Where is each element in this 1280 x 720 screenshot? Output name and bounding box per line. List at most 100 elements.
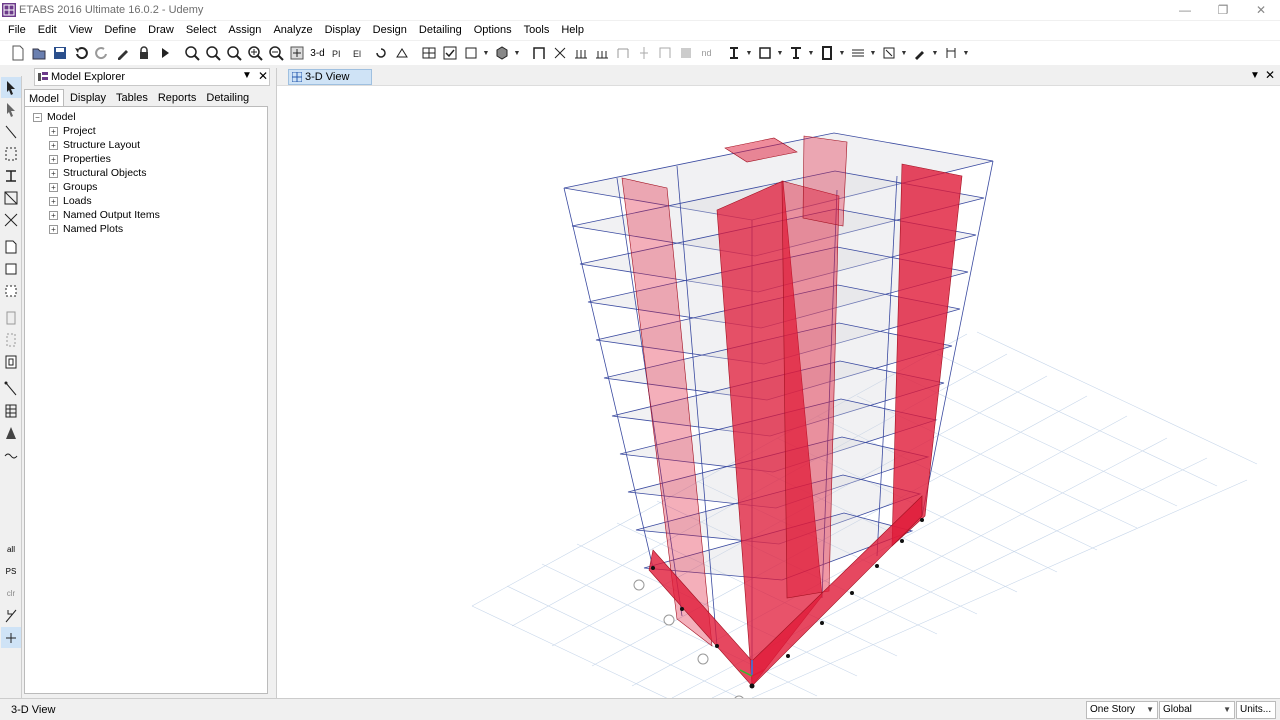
story-selector[interactable]: One Story ▼ (1086, 701, 1158, 719)
chevron-down-icon[interactable]: ▼ (838, 44, 846, 63)
tree-item-loads[interactable]: + Loads (25, 194, 267, 208)
expand-icon[interactable]: + (49, 126, 58, 136)
draw-floor-icon[interactable] (676, 44, 695, 63)
select-all-button[interactable]: all (1, 539, 21, 560)
chevron-down-icon[interactable]: ▼ (776, 44, 784, 63)
coordinate-system-selector[interactable]: Global ▼ (1159, 701, 1235, 719)
tab-detailing[interactable]: Detailing (202, 89, 253, 107)
close-icon[interactable]: ✕ (258, 69, 268, 83)
expand-icon[interactable]: + (49, 140, 58, 150)
chevron-down-icon[interactable]: ▼ (931, 44, 939, 63)
tab-model[interactable]: Model (24, 88, 64, 108)
menu-file[interactable]: File (2, 21, 32, 40)
minimize-button[interactable]: — (1166, 0, 1204, 20)
menu-select[interactable]: Select (180, 21, 223, 40)
draw-brace-icon[interactable] (550, 44, 569, 63)
expand-icon[interactable]: + (49, 210, 58, 220)
previous-selection-button[interactable]: PS (1, 561, 21, 582)
tree-item-model[interactable]: − Model (25, 110, 267, 124)
support-icon[interactable] (786, 44, 805, 63)
i-section-icon[interactable] (724, 44, 743, 63)
rotate-icon[interactable] (371, 44, 390, 63)
object-shrink-icon[interactable] (492, 44, 511, 63)
draw-brace-tool-icon[interactable] (1, 187, 21, 208)
close-window-button[interactable]: ✕ (1242, 0, 1280, 20)
lock-icon[interactable] (134, 44, 153, 63)
tree-item-properties[interactable]: + Properties (25, 152, 267, 166)
menu-options[interactable]: Options (468, 21, 518, 40)
tab-reports[interactable]: Reports (154, 89, 201, 107)
menu-define[interactable]: Define (98, 21, 142, 40)
draw-line-icon[interactable] (1, 121, 21, 142)
draw-beam-tool-icon[interactable] (1, 165, 21, 186)
menu-assign[interactable]: Assign (222, 21, 267, 40)
explorer-dropdown-icon[interactable]: ▼ (242, 70, 252, 81)
zoom-restore-icon[interactable] (203, 44, 222, 63)
clear-selection-button[interactable]: clr (1, 583, 21, 604)
undo-icon[interactable] (71, 44, 90, 63)
tree-item-groups[interactable]: + Groups (25, 180, 267, 194)
snap-icon[interactable] (1, 605, 21, 626)
tree-item-project[interactable]: + Project (25, 124, 267, 138)
redo-icon[interactable] (92, 44, 111, 63)
cross-brace-icon[interactable] (1, 209, 21, 230)
chevron-down-icon[interactable]: ▼ (745, 44, 753, 63)
draw-opening-icon[interactable] (1, 329, 21, 350)
draw-column-icon[interactable] (1, 143, 21, 164)
zoom-full-icon[interactable] (224, 44, 243, 63)
plan-view-icon[interactable]: PI (329, 44, 348, 63)
draw-tendon-icon[interactable] (1, 422, 21, 443)
menu-detailing[interactable]: Detailing (413, 21, 468, 40)
tab-tables[interactable]: Tables (112, 89, 152, 107)
expand-icon[interactable]: + (49, 224, 58, 234)
draw-grid-icon[interactable] (1, 400, 21, 421)
tree-item-structural-objects[interactable]: + Structural Objects (25, 166, 267, 180)
tab-3d-view[interactable]: 3-D View (288, 68, 372, 85)
draw-joist-icon[interactable] (613, 44, 632, 63)
zoom-window-icon[interactable] (182, 44, 201, 63)
chevron-down-icon[interactable]: ▼ (869, 44, 877, 63)
tree-item-named-output-items[interactable]: + Named Output Items (25, 208, 267, 222)
paint-brush-icon[interactable] (910, 44, 929, 63)
draw-link-tool-icon[interactable] (1, 378, 21, 399)
close-icon[interactable]: ✕ (1265, 68, 1275, 82)
tree-item-named-plots[interactable]: + Named Plots (25, 222, 267, 236)
expand-icon[interactable]: + (49, 168, 58, 178)
units-button[interactable]: Units... (1236, 701, 1276, 719)
new-model-icon[interactable] (8, 44, 27, 63)
chevron-down-icon[interactable]: ▼ (900, 44, 908, 63)
chevron-down-icon[interactable]: ▼ (513, 44, 521, 63)
open-model-icon[interactable] (29, 44, 48, 63)
chevron-down-icon[interactable]: ▼ (482, 44, 490, 63)
draw-wall-icon[interactable] (655, 44, 674, 63)
snap-grid-icon[interactable] (1, 627, 21, 648)
draw-curve-icon[interactable] (1, 444, 21, 465)
tab-display[interactable]: Display (66, 89, 110, 107)
menu-edit[interactable]: Edit (32, 21, 63, 40)
draw-wall-tool-icon[interactable] (1, 307, 21, 328)
chevron-down-icon[interactable]: ▼ (962, 44, 970, 63)
draw-wall-stack-icon[interactable] (1, 351, 21, 372)
quick-draw-area-icon[interactable] (1, 280, 21, 301)
pencil-icon[interactable] (113, 44, 132, 63)
draw-rectangle-icon[interactable] (1, 258, 21, 279)
zoom-out-icon[interactable] (266, 44, 285, 63)
save-model-icon[interactable] (50, 44, 69, 63)
expand-icon[interactable]: + (49, 182, 58, 192)
run-analysis-icon[interactable] (155, 44, 174, 63)
menu-tools[interactable]: Tools (518, 21, 556, 40)
building-options-icon[interactable] (461, 44, 480, 63)
frame-load-icon[interactable] (848, 44, 867, 63)
menu-view[interactable]: View (63, 21, 99, 40)
draw-area-icon[interactable] (1, 236, 21, 257)
building-3d-canvas[interactable] (277, 86, 1280, 698)
collapse-icon[interactable]: − (33, 112, 42, 122)
perspective-icon[interactable] (392, 44, 411, 63)
draw-nd-button[interactable]: nd (697, 44, 716, 63)
menu-help[interactable]: Help (555, 21, 590, 40)
pan-icon[interactable] (287, 44, 306, 63)
draw-secondary-beam-icon[interactable] (592, 44, 611, 63)
deformed-shape-icon[interactable] (941, 44, 960, 63)
check-icon[interactable] (440, 44, 459, 63)
pointer-select-icon[interactable] (1, 77, 21, 98)
